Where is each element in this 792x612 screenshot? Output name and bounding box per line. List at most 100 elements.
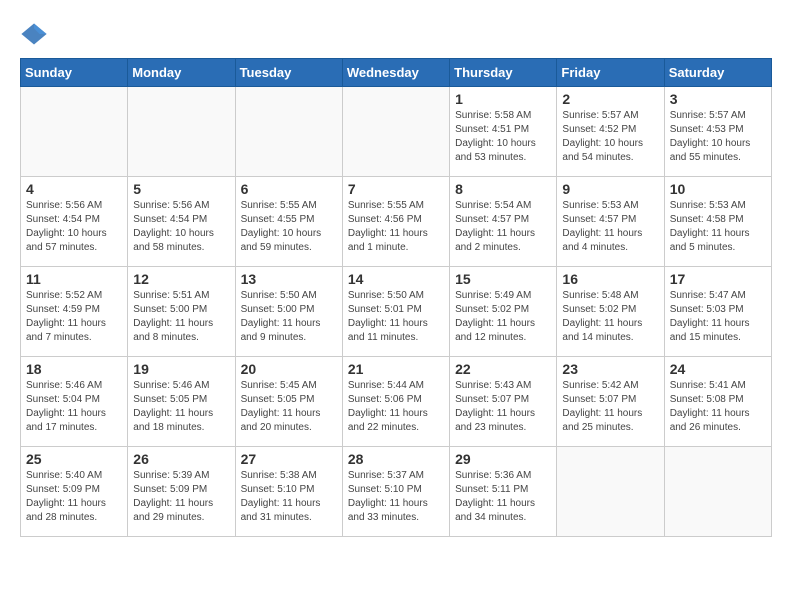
day-info: Sunrise: 5:55 AM Sunset: 4:55 PM Dayligh… <box>241 199 337 255</box>
logo-icon <box>20 20 48 48</box>
day-info: Sunrise: 5:57 AM Sunset: 4:53 PM Dayligh… <box>670 109 766 165</box>
day-info: Sunrise: 5:58 AM Sunset: 4:51 PM Dayligh… <box>455 109 551 165</box>
header-cell-tuesday: Tuesday <box>235 59 342 87</box>
day-number: 15 <box>455 271 551 287</box>
day-cell: 15 Sunrise: 5:49 AM Sunset: 5:02 PM Dayli… <box>450 267 557 357</box>
day-cell <box>235 87 342 177</box>
day-info: Sunrise: 5:46 AM Sunset: 5:05 PM Dayligh… <box>133 379 229 435</box>
day-number: 14 <box>348 271 444 287</box>
day-number: 21 <box>348 361 444 377</box>
day-cell: 3Sunrise: 5:57 AM Sunset: 4:53 PM Daylig… <box>664 87 771 177</box>
day-cell: 27 Sunrise: 5:38 AM Sunset: 5:10 PM Dayli… <box>235 447 342 537</box>
day-info: Sunrise: 5:36 AM Sunset: 5:11 PM Dayligh… <box>455 469 551 525</box>
day-cell: 20 Sunrise: 5:45 AM Sunset: 5:05 PM Dayli… <box>235 357 342 447</box>
day-number: 27 <box>241 451 337 467</box>
day-info: Sunrise: 5:50 AM Sunset: 5:00 PM Dayligh… <box>241 289 337 345</box>
day-number: 17 <box>670 271 766 287</box>
day-info: Sunrise: 5:40 AM Sunset: 5:09 PM Dayligh… <box>26 469 122 525</box>
day-cell: 7 Sunrise: 5:55 AM Sunset: 4:56 PM Daylig… <box>342 177 449 267</box>
day-number: 12 <box>133 271 229 287</box>
day-cell: 12 Sunrise: 5:51 AM Sunset: 5:00 PM Dayli… <box>128 267 235 357</box>
day-cell: 23Sunrise: 5:42 AM Sunset: 5:07 PM Dayli… <box>557 357 664 447</box>
header-cell-friday: Friday <box>557 59 664 87</box>
day-number: 4 <box>26 181 122 197</box>
day-number: 2 <box>562 91 658 107</box>
day-number: 19 <box>133 361 229 377</box>
day-info: Sunrise: 5:51 AM Sunset: 5:00 PM Dayligh… <box>133 289 229 345</box>
day-number: 23 <box>562 361 658 377</box>
day-info: Sunrise: 5:45 AM Sunset: 5:05 PM Dayligh… <box>241 379 337 435</box>
day-info: Sunrise: 5:50 AM Sunset: 5:01 PM Dayligh… <box>348 289 444 345</box>
day-info: Sunrise: 5:37 AM Sunset: 5:10 PM Dayligh… <box>348 469 444 525</box>
logo <box>20 20 52 48</box>
header-row: SundayMondayTuesdayWednesdayThursdayFrid… <box>21 59 772 87</box>
day-cell: 4 Sunrise: 5:56 AM Sunset: 4:54 PM Daylig… <box>21 177 128 267</box>
day-cell: 5 Sunrise: 5:56 AM Sunset: 4:54 PM Daylig… <box>128 177 235 267</box>
day-cell: 17 Sunrise: 5:47 AM Sunset: 5:03 PM Dayli… <box>664 267 771 357</box>
day-info: Sunrise: 5:56 AM Sunset: 4:54 PM Dayligh… <box>26 199 122 255</box>
day-number: 18 <box>26 361 122 377</box>
day-info: Sunrise: 5:49 AM Sunset: 5:02 PM Dayligh… <box>455 289 551 345</box>
day-number: 26 <box>133 451 229 467</box>
header-cell-wednesday: Wednesday <box>342 59 449 87</box>
day-number: 25 <box>26 451 122 467</box>
header-cell-saturday: Saturday <box>664 59 771 87</box>
day-number: 28 <box>348 451 444 467</box>
day-number: 6 <box>241 181 337 197</box>
day-cell: 1Sunrise: 5:58 AM Sunset: 4:51 PM Daylig… <box>450 87 557 177</box>
day-info: Sunrise: 5:47 AM Sunset: 5:03 PM Dayligh… <box>670 289 766 345</box>
day-cell: 6 Sunrise: 5:55 AM Sunset: 4:55 PM Daylig… <box>235 177 342 267</box>
day-cell <box>557 447 664 537</box>
day-cell <box>128 87 235 177</box>
day-number: 13 <box>241 271 337 287</box>
day-number: 5 <box>133 181 229 197</box>
day-info: Sunrise: 5:54 AM Sunset: 4:57 PM Dayligh… <box>455 199 551 255</box>
day-cell: 25 Sunrise: 5:40 AM Sunset: 5:09 PM Dayli… <box>21 447 128 537</box>
day-info: Sunrise: 5:52 AM Sunset: 4:59 PM Dayligh… <box>26 289 122 345</box>
day-info: Sunrise: 5:41 AM Sunset: 5:08 PM Dayligh… <box>670 379 766 435</box>
page-header <box>20 20 772 48</box>
week-row-1: 1Sunrise: 5:58 AM Sunset: 4:51 PM Daylig… <box>21 87 772 177</box>
day-info: Sunrise: 5:53 AM Sunset: 4:58 PM Dayligh… <box>670 199 766 255</box>
day-number: 7 <box>348 181 444 197</box>
day-number: 24 <box>670 361 766 377</box>
day-number: 29 <box>455 451 551 467</box>
day-info: Sunrise: 5:46 AM Sunset: 5:04 PM Dayligh… <box>26 379 122 435</box>
day-cell <box>342 87 449 177</box>
day-info: Sunrise: 5:55 AM Sunset: 4:56 PM Dayligh… <box>348 199 444 255</box>
header-cell-sunday: Sunday <box>21 59 128 87</box>
day-cell <box>664 447 771 537</box>
calendar-header: SundayMondayTuesdayWednesdayThursdayFrid… <box>21 59 772 87</box>
header-cell-monday: Monday <box>128 59 235 87</box>
day-cell: 13 Sunrise: 5:50 AM Sunset: 5:00 PM Dayli… <box>235 267 342 357</box>
calendar-table: SundayMondayTuesdayWednesdayThursdayFrid… <box>20 58 772 537</box>
week-row-3: 11 Sunrise: 5:52 AM Sunset: 4:59 PM Dayli… <box>21 267 772 357</box>
day-cell: 16 Sunrise: 5:48 AM Sunset: 5:02 PM Dayli… <box>557 267 664 357</box>
day-cell: 10Sunrise: 5:53 AM Sunset: 4:58 PM Dayli… <box>664 177 771 267</box>
day-info: Sunrise: 5:48 AM Sunset: 5:02 PM Dayligh… <box>562 289 658 345</box>
week-row-2: 4 Sunrise: 5:56 AM Sunset: 4:54 PM Daylig… <box>21 177 772 267</box>
day-cell: 24 Sunrise: 5:41 AM Sunset: 5:08 PM Dayli… <box>664 357 771 447</box>
day-number: 22 <box>455 361 551 377</box>
day-cell: 22 Sunrise: 5:43 AM Sunset: 5:07 PM Dayli… <box>450 357 557 447</box>
day-number: 11 <box>26 271 122 287</box>
day-number: 16 <box>562 271 658 287</box>
day-info: Sunrise: 5:38 AM Sunset: 5:10 PM Dayligh… <box>241 469 337 525</box>
day-number: 20 <box>241 361 337 377</box>
week-row-5: 25 Sunrise: 5:40 AM Sunset: 5:09 PM Dayli… <box>21 447 772 537</box>
day-cell: 2 Sunrise: 5:57 AM Sunset: 4:52 PM Daylig… <box>557 87 664 177</box>
day-number: 9 <box>562 181 658 197</box>
day-cell: 26Sunrise: 5:39 AM Sunset: 5:09 PM Dayli… <box>128 447 235 537</box>
day-cell: 19 Sunrise: 5:46 AM Sunset: 5:05 PM Dayli… <box>128 357 235 447</box>
day-cell: 21Sunrise: 5:44 AM Sunset: 5:06 PM Dayli… <box>342 357 449 447</box>
day-cell: 18 Sunrise: 5:46 AM Sunset: 5:04 PM Dayli… <box>21 357 128 447</box>
day-info: Sunrise: 5:57 AM Sunset: 4:52 PM Dayligh… <box>562 109 658 165</box>
day-info: Sunrise: 5:56 AM Sunset: 4:54 PM Dayligh… <box>133 199 229 255</box>
calendar-body: 1Sunrise: 5:58 AM Sunset: 4:51 PM Daylig… <box>21 87 772 537</box>
day-cell: 28 Sunrise: 5:37 AM Sunset: 5:10 PM Dayli… <box>342 447 449 537</box>
day-cell <box>21 87 128 177</box>
day-cell: 29 Sunrise: 5:36 AM Sunset: 5:11 PM Dayli… <box>450 447 557 537</box>
day-number: 8 <box>455 181 551 197</box>
day-info: Sunrise: 5:43 AM Sunset: 5:07 PM Dayligh… <box>455 379 551 435</box>
day-cell: 11 Sunrise: 5:52 AM Sunset: 4:59 PM Dayli… <box>21 267 128 357</box>
